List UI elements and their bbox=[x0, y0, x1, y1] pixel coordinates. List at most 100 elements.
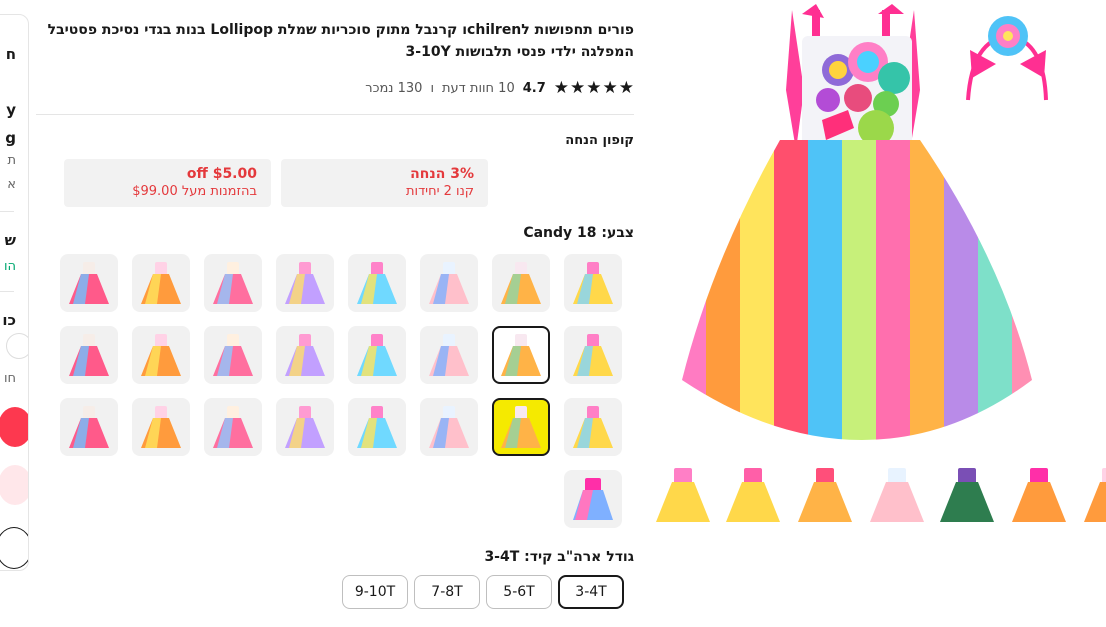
color-swatch[interactable] bbox=[564, 254, 622, 312]
gallery-thumbnail-image bbox=[656, 468, 710, 522]
size-option[interactable]: 9-10T bbox=[342, 575, 408, 609]
gallery-thumbnail[interactable] bbox=[936, 462, 998, 528]
swatch-image bbox=[69, 334, 109, 376]
side-panel-text: חו bbox=[3, 371, 16, 386]
color-swatch[interactable] bbox=[132, 254, 190, 312]
color-swatch[interactable] bbox=[276, 326, 334, 384]
divider bbox=[0, 211, 14, 212]
size-option[interactable]: 5-6T bbox=[486, 575, 552, 609]
side-panel-text: g bbox=[5, 129, 16, 147]
color-swatch[interactable] bbox=[564, 398, 622, 456]
swatch-image bbox=[69, 406, 109, 448]
color-swatch[interactable] bbox=[492, 398, 550, 456]
side-panel-text: ת bbox=[7, 153, 16, 168]
color-swatch[interactable] bbox=[492, 254, 550, 312]
swatch-image bbox=[573, 478, 613, 520]
reviews-link[interactable]: 10 חוות דעת bbox=[442, 81, 515, 96]
color-swatch[interactable] bbox=[348, 254, 406, 312]
swatch-image bbox=[573, 334, 613, 376]
side-panel-text: א bbox=[7, 177, 16, 192]
swatch-image bbox=[69, 262, 109, 304]
swatch-image bbox=[213, 262, 253, 304]
color-swatch[interactable] bbox=[204, 326, 262, 384]
color-swatch[interactable] bbox=[276, 398, 334, 456]
coupon-discount: $5.00 off bbox=[186, 166, 257, 182]
product-main-image bbox=[682, 4, 1048, 440]
color-swatch[interactable] bbox=[348, 398, 406, 456]
gallery-thumbnail[interactable] bbox=[1080, 462, 1106, 528]
star-icon: ★ bbox=[586, 78, 602, 98]
side-panel-text: כו bbox=[2, 311, 16, 329]
divider bbox=[0, 291, 14, 292]
color-swatch[interactable] bbox=[420, 254, 478, 312]
color-swatch[interactable] bbox=[564, 326, 622, 384]
swatch-image bbox=[141, 262, 181, 304]
swatch-image bbox=[357, 334, 397, 376]
color-swatch[interactable] bbox=[564, 470, 622, 528]
coupon-card[interactable]: $5.00 off בהזמנות מעל $99.00 bbox=[64, 159, 271, 207]
gallery-thumbnail-image bbox=[940, 468, 994, 522]
wishlist-button[interactable] bbox=[0, 527, 28, 569]
buy-now-button[interactable] bbox=[0, 407, 28, 447]
color-swatch[interactable] bbox=[492, 326, 550, 384]
color-swatch[interactable] bbox=[60, 254, 118, 312]
gallery-thumbnail-image bbox=[1084, 468, 1106, 522]
gallery-thumbnail[interactable] bbox=[1008, 462, 1070, 528]
color-swatch[interactable] bbox=[132, 326, 190, 384]
swatch-image bbox=[285, 334, 325, 376]
gallery-thumbnail-image bbox=[1012, 468, 1066, 522]
swatch-image bbox=[285, 406, 325, 448]
color-swatch[interactable] bbox=[420, 398, 478, 456]
divider bbox=[36, 114, 634, 115]
size-option[interactable]: 7-8T bbox=[414, 575, 480, 609]
color-swatch[interactable] bbox=[204, 254, 262, 312]
side-panel-text: ש bbox=[4, 231, 16, 249]
gallery-thumbnail-image bbox=[798, 468, 852, 522]
add-to-cart-button[interactable] bbox=[0, 465, 28, 505]
side-panel-text: הו bbox=[3, 259, 16, 274]
color-label: צבע: Candy 18 bbox=[523, 225, 634, 241]
color-swatch[interactable] bbox=[420, 326, 478, 384]
swatch-image bbox=[141, 334, 181, 376]
star-icon: ★ bbox=[553, 78, 569, 98]
coupon-title: קופון הנחה bbox=[565, 133, 634, 148]
star-icon: ★ bbox=[570, 78, 586, 98]
swatch-image bbox=[213, 406, 253, 448]
coupon-card[interactable]: 3% הנחה קנו 2 יחידות bbox=[281, 159, 488, 207]
color-swatch[interactable] bbox=[60, 326, 118, 384]
gallery-thumbnail[interactable] bbox=[794, 462, 856, 528]
color-swatch[interactable] bbox=[60, 398, 118, 456]
coupon-condition: קנו 2 יחידות bbox=[405, 184, 474, 199]
color-swatch[interactable] bbox=[276, 254, 334, 312]
swatch-image bbox=[501, 334, 541, 376]
gallery-thumbnail[interactable] bbox=[866, 462, 928, 528]
gallery-thumbnail-image bbox=[870, 468, 924, 522]
swatch-image bbox=[429, 406, 469, 448]
swatch-image bbox=[357, 262, 397, 304]
swatch-image bbox=[501, 406, 541, 448]
rating-score: 4.7 bbox=[522, 80, 546, 96]
side-panel-text: ח bbox=[5, 45, 16, 63]
swatch-image bbox=[573, 406, 613, 448]
star-icon: ★ bbox=[602, 78, 618, 98]
size-option[interactable]: 3-4T bbox=[558, 575, 624, 609]
gallery-thumbnail[interactable] bbox=[652, 462, 714, 528]
separator: ו bbox=[430, 80, 434, 96]
swatch-image bbox=[501, 262, 541, 304]
coupon-condition: בהזמנות מעל $99.00 bbox=[132, 184, 257, 199]
quantity-stepper[interactable] bbox=[6, 333, 28, 359]
product-title: פורים תחפושות לchilrenו קרנבל מתוק סוכרי… bbox=[47, 22, 634, 60]
color-swatch[interactable] bbox=[204, 398, 262, 456]
star-icon: ★ bbox=[618, 78, 634, 98]
swatch-image bbox=[213, 334, 253, 376]
swatch-image bbox=[429, 334, 469, 376]
color-swatch[interactable] bbox=[132, 398, 190, 456]
sold-count: 130 נמכר bbox=[365, 80, 423, 96]
swatch-image bbox=[141, 406, 181, 448]
color-swatch[interactable] bbox=[348, 326, 406, 384]
swatch-image bbox=[429, 262, 469, 304]
side-panel-text: y bbox=[6, 101, 16, 119]
swatch-image bbox=[357, 406, 397, 448]
gallery-thumbnail[interactable] bbox=[722, 462, 784, 528]
size-label: גודל ארה"ב קיד: 3-4T bbox=[484, 549, 634, 565]
